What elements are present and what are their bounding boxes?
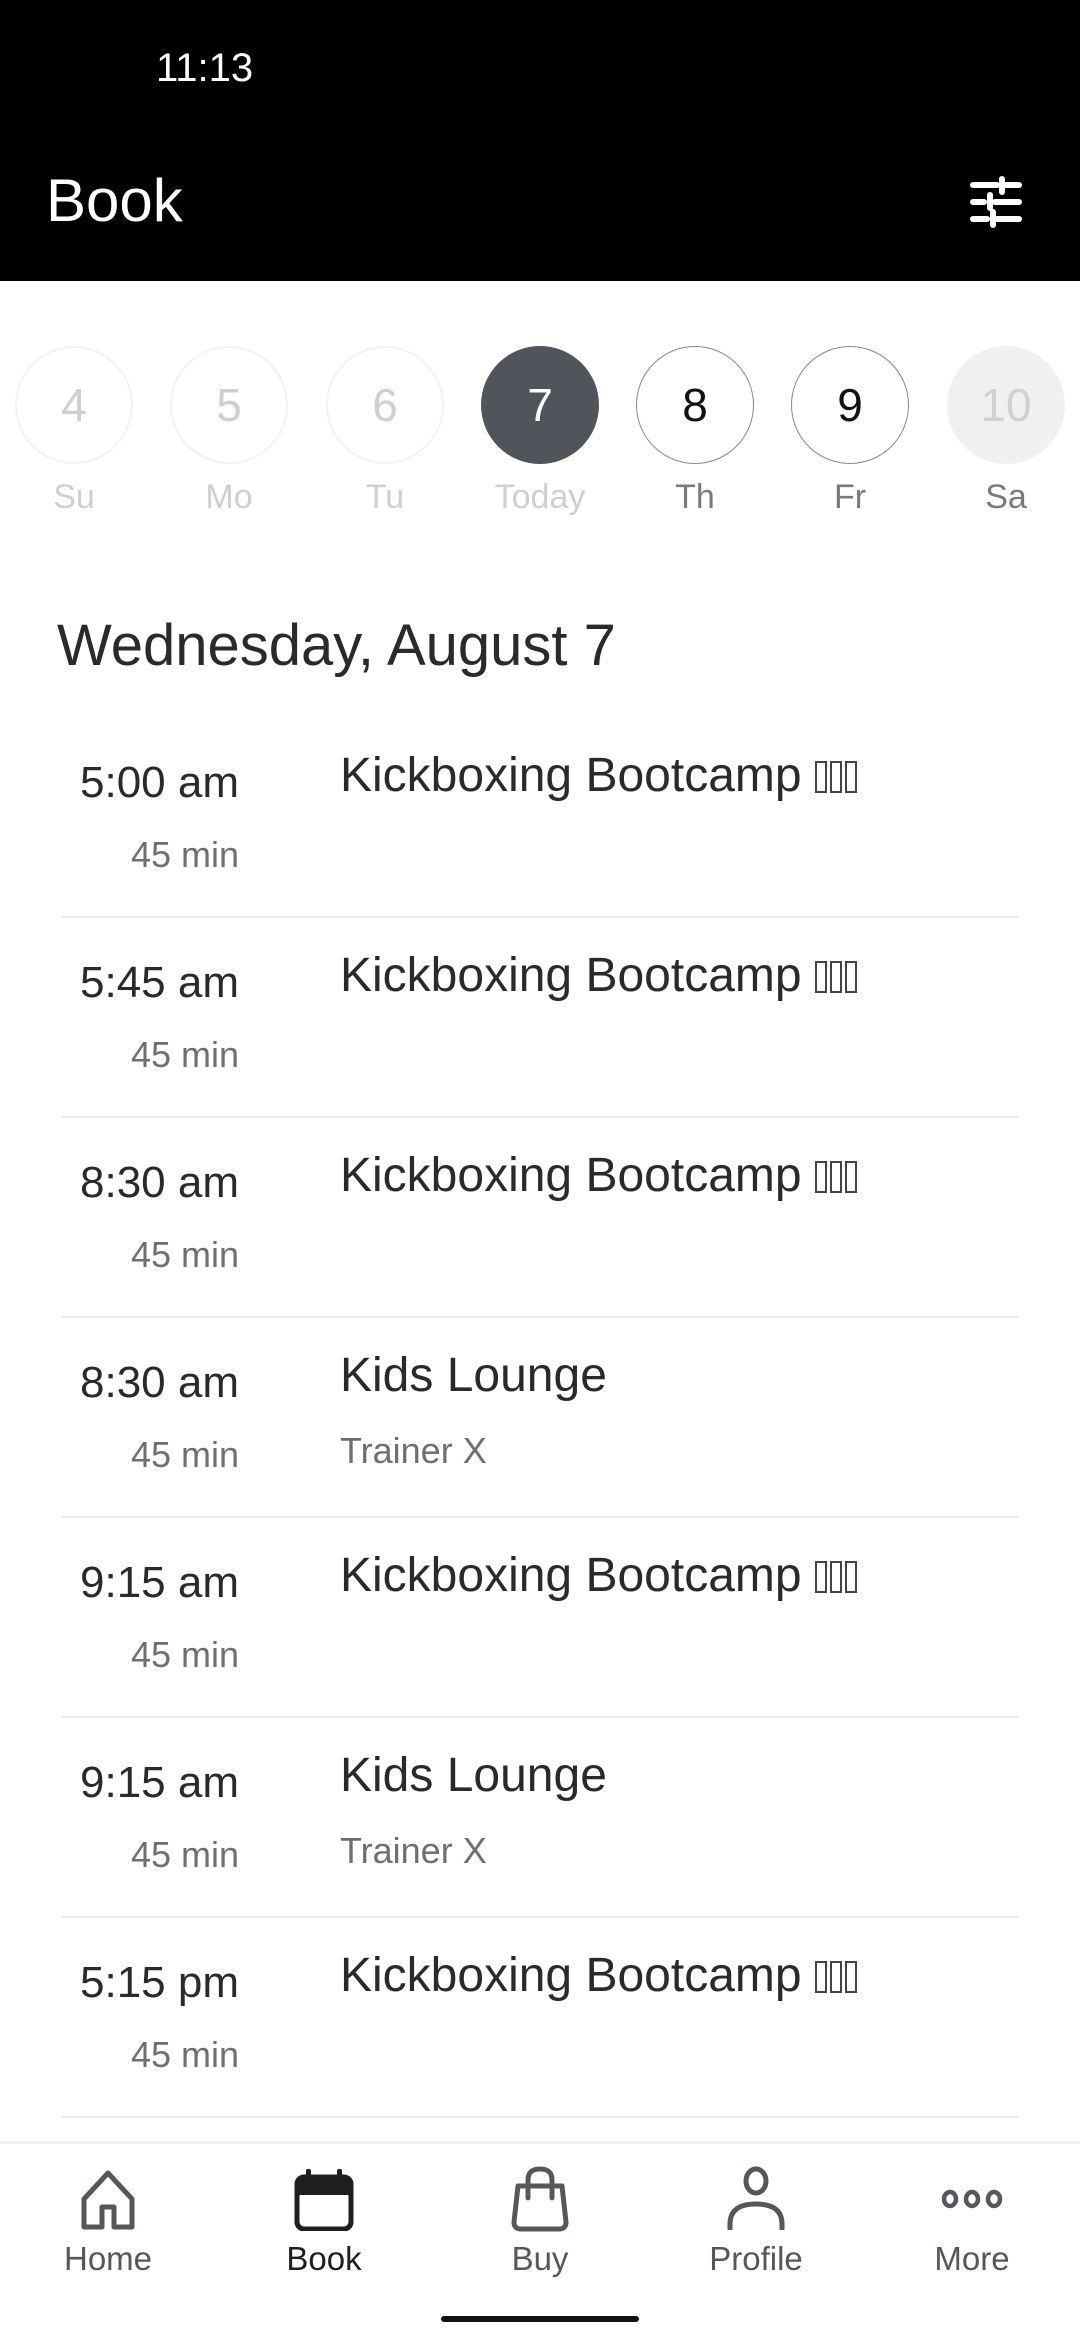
- class-row[interactable]: 5:00 am 45 min Kickboxing Bootcamp: [61, 718, 1019, 918]
- filter-button[interactable]: [960, 170, 1032, 234]
- nav-label: Profile: [709, 2240, 803, 2277]
- missing-emoji-icon: [812, 948, 857, 1003]
- date-item-10[interactable]: 10 Sa: [936, 346, 1076, 517]
- missing-emoji-icon: [812, 1148, 857, 1203]
- sliders-icon: [970, 176, 1022, 228]
- class-time: 8:30 am: [80, 1158, 239, 1207]
- class-name-text: Kickboxing Bootcamp: [340, 1149, 802, 1202]
- date-item-7-selected[interactable]: 7 Today: [470, 346, 610, 517]
- date-circle: 4: [15, 346, 133, 464]
- class-name-text: Kickboxing Bootcamp: [340, 949, 802, 1002]
- class-name-text: Kickboxing Bootcamp: [340, 749, 802, 802]
- status-bar-time: 11:13: [156, 46, 254, 90]
- nav-label: Home: [63, 2240, 153, 2277]
- date-circle: 7: [481, 346, 599, 464]
- date-weekday-label: Fr: [833, 478, 867, 516]
- class-name: Kickboxing Bootcamp: [340, 748, 857, 803]
- class-name: Kickboxing Bootcamp: [340, 1548, 857, 1603]
- class-time: 9:15 am: [80, 1758, 239, 1807]
- date-item-9[interactable]: 9 Fr: [780, 346, 920, 517]
- calendar-icon: [294, 2169, 354, 2231]
- class-duration: 45 min: [130, 1434, 239, 1475]
- class-row[interactable]: 9:15 am 45 min Kickboxing Bootcamp: [61, 1518, 1019, 1718]
- class-row[interactable]: 5:45 am 45 min Kickboxing Bootcamp: [61, 918, 1019, 1118]
- class-row[interactable]: 8:30 am 45 min Kids Lounge Trainer X: [61, 1318, 1019, 1518]
- date-circle: 8: [636, 346, 754, 464]
- home-indicator[interactable]: [441, 2316, 639, 2322]
- class-duration: 45 min: [130, 1234, 239, 1275]
- date-item-4[interactable]: 4 Su: [4, 346, 144, 517]
- nav-more[interactable]: More: [864, 2164, 1080, 2278]
- class-trainer: Trainer X: [340, 1430, 487, 1471]
- class-time: 5:15 pm: [80, 1958, 239, 2007]
- date-item-6[interactable]: 6 Tu: [315, 346, 455, 517]
- date-item-5[interactable]: 5 Mo: [159, 346, 299, 517]
- date-circle: 9: [791, 346, 909, 464]
- page-title: Book: [46, 167, 183, 234]
- class-duration: 45 min: [130, 1034, 239, 1075]
- date-item-8[interactable]: 8 Th: [625, 346, 765, 517]
- class-name: Kickboxing Bootcamp: [340, 1948, 857, 2003]
- class-name: Kickboxing Bootcamp: [340, 1148, 857, 1203]
- date-weekday-label: Sa: [985, 478, 1027, 516]
- date-strip: 4 Su 5 Mo 6 Tu 7 Today 8 Th 9 Fr 10 Sa: [0, 346, 1080, 526]
- nav-profile[interactable]: Profile: [648, 2164, 864, 2278]
- class-name: Kickboxing Bootcamp: [340, 948, 857, 1003]
- date-circle: 6: [326, 346, 444, 464]
- nav-label: More: [934, 2240, 1010, 2277]
- date-weekday-label: Th: [675, 478, 715, 516]
- selected-date-heading: Wednesday, August 7: [57, 613, 616, 678]
- home-icon: [81, 2170, 135, 2230]
- date-weekday-label: Tu: [365, 478, 405, 516]
- class-time: 5:00 am: [80, 758, 239, 807]
- class-row[interactable]: 5:15 pm 45 min Kickboxing Bootcamp: [61, 1918, 1019, 2118]
- missing-emoji-icon: [812, 1948, 857, 2003]
- more-dots-icon: [941, 2189, 1003, 2209]
- class-time: 5:45 am: [80, 958, 239, 1007]
- class-name: Kids Lounge: [340, 1349, 607, 1402]
- class-duration: 45 min: [130, 1834, 239, 1875]
- class-time: 9:15 am: [80, 1558, 239, 1607]
- class-time: 8:30 am: [80, 1358, 239, 1407]
- class-row[interactable]: 9:15 am 45 min Kids Lounge Trainer X: [61, 1718, 1019, 1918]
- date-circle: 10: [947, 346, 1065, 464]
- nav-book[interactable]: Book: [216, 2164, 432, 2278]
- date-circle: 5: [170, 346, 288, 464]
- class-list: 5:00 am 45 min Kickboxing Bootcamp 5:45 …: [0, 718, 1080, 2118]
- class-name-text: Kickboxing Bootcamp: [340, 1949, 802, 2002]
- class-name-text: Kickboxing Bootcamp: [340, 1549, 802, 1602]
- nav-home[interactable]: Home: [0, 2164, 216, 2278]
- class-trainer: Trainer X: [340, 1830, 487, 1871]
- class-name: Kids Lounge: [340, 1749, 607, 1802]
- person-icon: [727, 2166, 785, 2230]
- nav-label: Buy: [511, 2240, 569, 2277]
- class-duration: 45 min: [130, 1634, 239, 1675]
- missing-emoji-icon: [812, 748, 857, 803]
- class-duration: 45 min: [130, 2034, 239, 2075]
- bottom-nav: Home Book Buy Profile More: [0, 2141, 1080, 2343]
- class-duration: 45 min: [130, 834, 239, 875]
- shopping-bag-icon: [511, 2166, 569, 2232]
- date-weekday-label: Su: [53, 478, 95, 516]
- missing-emoji-icon: [812, 1548, 857, 1603]
- date-weekday-label: Today: [494, 478, 586, 516]
- date-weekday-label: Mo: [205, 478, 253, 516]
- class-row[interactable]: 8:30 am 45 min Kickboxing Bootcamp: [61, 1118, 1019, 1318]
- nav-label: Book: [286, 2240, 362, 2277]
- nav-buy[interactable]: Buy: [432, 2164, 648, 2278]
- app-header: 11:13 Book: [0, 0, 1080, 281]
